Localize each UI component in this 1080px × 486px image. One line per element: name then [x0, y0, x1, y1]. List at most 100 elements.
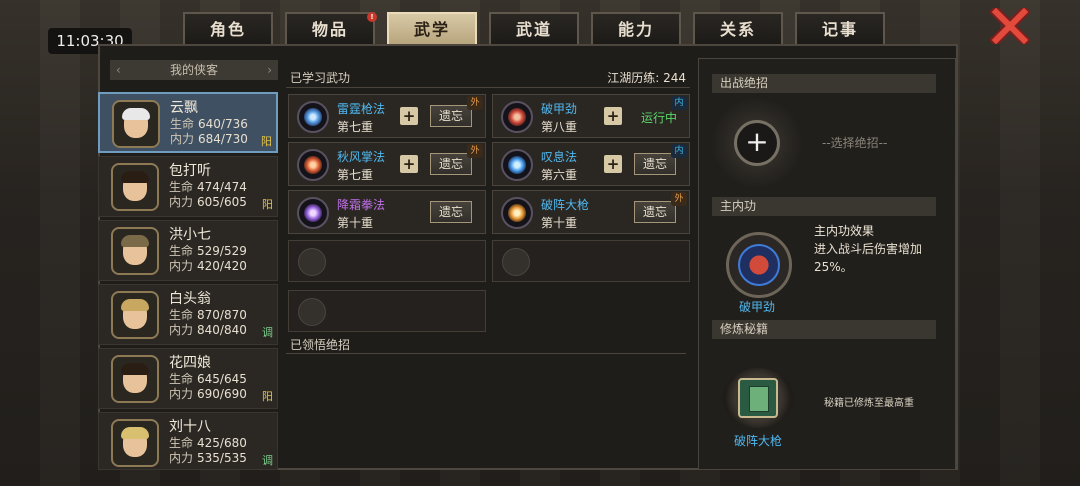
skill-level: 第七重 — [337, 168, 374, 182]
mp-value: 684/730 — [198, 132, 248, 146]
my-heroes-title: 我的侠客 — [169, 63, 218, 77]
skill-type-badge: 外 — [671, 192, 687, 206]
empty-slot-circle — [298, 248, 326, 276]
mp-label: 内力 — [169, 387, 194, 401]
skill-level: 第七重 — [337, 120, 374, 134]
skill-slot[interactable]: 叹息法 第六重 + 遗忘 内 — [492, 142, 690, 186]
book-description: 秘籍已修炼至最高重 — [824, 398, 914, 409]
effect-title: 主内功效果 — [814, 224, 875, 238]
avatar — [111, 163, 159, 211]
empty-skill-slot[interactable] — [492, 240, 690, 282]
avatar — [111, 291, 159, 339]
forget-button[interactable]: 遗忘 — [430, 105, 472, 127]
tab-items[interactable]: 物品! — [285, 12, 377, 45]
mp-label: 内力 — [169, 451, 194, 465]
book-section-title: 修炼秘籍 — [712, 320, 936, 339]
skill-name: 雷霆枪法 — [337, 102, 386, 116]
skill-slot[interactable]: 雷霆枪法 第七重 + 遗忘 外 — [288, 94, 486, 138]
tab-martial-arts[interactable]: 武学 — [387, 12, 477, 45]
skill-icon — [501, 149, 533, 181]
book-slot[interactable] — [722, 368, 794, 428]
hero-card[interactable]: 刘十八 生命 425/680 内力 535/535 调 — [98, 412, 278, 470]
hero-card[interactable]: 云飘 生命 640/736 内力 684/730 阳 — [98, 92, 278, 153]
learned-skills-title: 已学习武功 — [290, 71, 351, 85]
tab-character[interactable]: 角色 — [183, 12, 273, 45]
chevron-right-icon[interactable]: › — [267, 60, 272, 80]
forget-button[interactable]: 遗忘 — [634, 201, 676, 223]
hp-label: 生命 — [169, 436, 194, 450]
skill-slot[interactable]: 破阵大枪 第十重 遗忘 外 — [492, 190, 690, 234]
hp-label: 生命 — [170, 117, 195, 131]
mp-value: 420/420 — [197, 259, 247, 273]
skill-type-badge: 内 — [671, 96, 687, 110]
mp-label: 内力 — [169, 323, 194, 337]
hero-card[interactable]: 花四娘 生命 645/645 内力 690/690 阳 — [98, 348, 278, 409]
tab-label: 物品 — [311, 20, 348, 39]
hero-name: 刘十八 — [169, 419, 211, 435]
mp-value: 535/535 — [197, 451, 247, 465]
hero-mp: 内力 690/690 — [169, 385, 247, 402]
forget-button[interactable]: 遗忘 — [634, 153, 676, 175]
forget-button[interactable]: 遗忘 — [430, 153, 472, 175]
hero-mp: 内力 840/840 — [169, 321, 247, 338]
skill-icon — [501, 101, 533, 133]
hp-value: 645/645 — [197, 372, 247, 386]
upgrade-button[interactable]: + — [400, 107, 418, 125]
skill-name: 降霜拳法 — [337, 198, 386, 212]
skill-slot[interactable]: 破甲劲 第八重 + 运行中 内 — [492, 94, 690, 138]
hero-tag: 调 — [262, 454, 273, 467]
tab-relations[interactable]: 关系 — [693, 12, 783, 45]
add-ultimate-button[interactable]: + — [734, 120, 780, 166]
upgrade-button[interactable]: + — [400, 155, 418, 173]
neigong-slot[interactable] — [726, 232, 792, 298]
hero-mp: 内力 535/535 — [169, 449, 247, 466]
avatar — [112, 100, 160, 148]
skill-level: 第八重 — [541, 120, 578, 134]
skill-name: 破阵大枪 — [541, 198, 590, 212]
tab-label: 武道 — [515, 20, 552, 39]
empty-slot-circle — [298, 298, 326, 326]
empty-skill-slot[interactable] — [288, 290, 486, 332]
upgrade-button[interactable]: + — [604, 155, 622, 173]
effect-description: 进入战斗后伤害增加25%。 — [814, 242, 923, 274]
mp-value: 605/605 — [197, 195, 247, 209]
avatar — [111, 419, 159, 467]
hero-card[interactable]: 洪小七 生命 529/529 内力 420/420 — [98, 220, 278, 281]
hero-mp: 内力 684/730 — [170, 130, 248, 147]
neigong-icon — [738, 244, 780, 286]
skill-slot[interactable]: 降霜拳法 第十重 遗忘 — [288, 190, 486, 234]
ultimate-section-title: 出战绝招 — [712, 74, 936, 93]
hp-value: 474/474 — [197, 180, 247, 194]
skill-slot[interactable]: 秋风掌法 第七重 + 遗忘 外 — [288, 142, 486, 186]
tab-journal[interactable]: 记事 — [795, 12, 885, 45]
forget-button[interactable]: 遗忘 — [430, 201, 472, 223]
hero-card[interactable]: 包打听 生命 474/474 内力 605/605 阳 — [98, 156, 278, 217]
comprehended-title: 已领悟绝招 — [286, 336, 686, 354]
empty-skill-slot[interactable] — [288, 240, 486, 282]
chevron-left-icon[interactable]: ‹ — [116, 60, 121, 80]
book-icon — [738, 378, 778, 418]
hp-value: 870/870 — [197, 308, 247, 322]
skill-icon — [297, 197, 329, 229]
skill-icon — [501, 197, 533, 229]
mp-value: 690/690 — [197, 387, 247, 401]
upgrade-button[interactable]: + — [604, 107, 622, 125]
tab-label: 武学 — [413, 20, 450, 39]
avatar — [111, 227, 159, 275]
skill-type-badge: 内 — [671, 144, 687, 158]
hero-card[interactable]: 白头翁 生命 870/870 内力 840/840 调 — [98, 284, 278, 345]
select-ultimate-hint[interactable]: --选择绝招-- — [822, 134, 887, 151]
tab-wudao[interactable]: 武道 — [489, 12, 579, 45]
hp-label: 生命 — [169, 244, 194, 258]
skill-type-badge: 外 — [467, 144, 483, 158]
close-icon[interactable] — [990, 8, 1030, 44]
tab-abilities[interactable]: 能力 — [591, 12, 681, 45]
hero-tag: 阳 — [262, 390, 273, 403]
skill-icon — [297, 101, 329, 133]
hero-name: 花四娘 — [169, 355, 211, 371]
notification-badge: ! — [367, 12, 377, 22]
hero-tag: 阳 — [261, 135, 272, 148]
neigong-name: 破甲劲 — [738, 300, 775, 314]
hp-label: 生命 — [169, 308, 194, 322]
mp-label: 内力 — [170, 132, 195, 146]
